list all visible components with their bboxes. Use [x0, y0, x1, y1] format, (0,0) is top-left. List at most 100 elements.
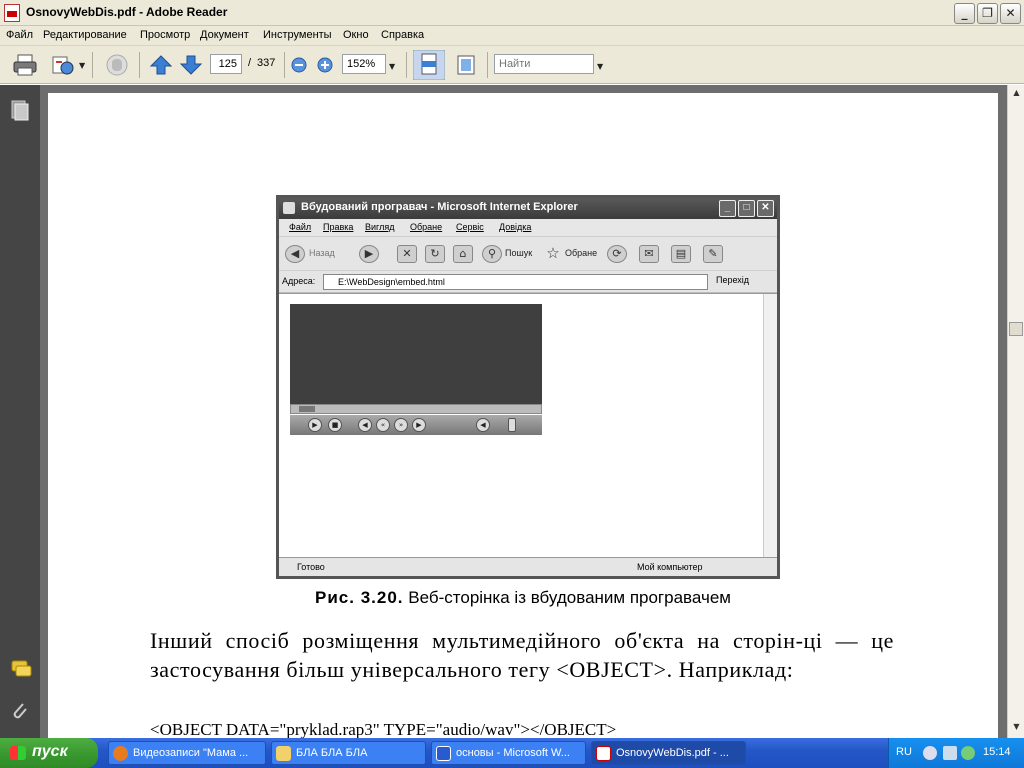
figure-status-right: Мой компьютер	[637, 562, 703, 572]
pages-icon[interactable]	[10, 99, 30, 121]
figure-mail-icon: ✉	[639, 245, 659, 263]
title-bar: OsnovyWebDis.pdf - Adobe Reader _ ❐ ✕	[0, 0, 1024, 26]
figure-refresh-icon: ↻	[425, 245, 445, 263]
windows-flag-icon	[10, 746, 26, 760]
menu-bar: Файл Редактирование Просмотр Документ Ин…	[0, 26, 1024, 46]
clock: 15:14	[983, 746, 1011, 758]
network-icon[interactable]	[943, 746, 957, 760]
figure-favorites-icon: ☆	[546, 244, 560, 262]
figure-print-icon: ▤	[671, 245, 691, 263]
figure-minimize-icon: _	[719, 200, 736, 217]
print-icon[interactable]	[12, 54, 38, 76]
tray-back-icon[interactable]	[923, 746, 937, 760]
code-sample: <OBJECT DATA="pryklad.rap3" TYPE="audio/…	[150, 720, 617, 738]
arrow-down-icon[interactable]	[180, 55, 202, 75]
share-icon[interactable]	[50, 54, 76, 76]
figure-prev-icon: ◀	[358, 418, 372, 432]
pdf-page: Вбудований програвач - Microsoft Interne…	[48, 93, 998, 738]
page-number-input[interactable]: 125	[210, 54, 242, 74]
figure-history-icon: ⟳	[607, 245, 627, 263]
menu-view[interactable]: Просмотр	[140, 29, 190, 41]
figure-next-icon: ▶	[412, 418, 426, 432]
toolbar-separator	[284, 52, 285, 78]
figure-play-icon: ▶	[308, 418, 322, 432]
figure-address-value: E:\WebDesign\embed.html	[323, 274, 708, 290]
page-separator: /	[248, 57, 252, 69]
figure-address-label: Адреса:	[282, 276, 316, 286]
share-dropdown-arrow[interactable]: ▼	[79, 61, 85, 70]
zoom-out-icon[interactable]	[291, 57, 307, 73]
toolbar-separator	[487, 52, 488, 78]
menu-tools[interactable]: Инструменты	[263, 29, 332, 41]
search-input[interactable]	[494, 54, 594, 74]
maximize-button[interactable]: ❐	[977, 3, 998, 24]
figure-address-bar: Адреса: E:\WebDesign\embed.html Перехід	[279, 271, 777, 293]
taskbar-item-word[interactable]: основы - Microsoft W...	[431, 741, 586, 765]
figure-menu-item: Файл	[289, 222, 312, 232]
figure-search-label: Пошук	[505, 248, 533, 258]
figure-scrollbar	[763, 294, 777, 558]
menu-document[interactable]: Документ	[200, 29, 249, 41]
close-button[interactable]: ✕	[1000, 3, 1021, 24]
figure-stop-icon: ■	[328, 418, 342, 432]
figure-page-content: ▶ ■ ◀ « » ▶ ◀	[279, 293, 777, 558]
start-button[interactable]: пуск	[0, 738, 98, 768]
vertical-scrollbar[interactable]: ▲ ▼	[1007, 85, 1024, 738]
pdf-app-icon	[4, 4, 20, 22]
toolbar-separator	[92, 52, 93, 78]
figure-volume-slider	[508, 418, 516, 432]
taskbar-item-firefox[interactable]: Видеозаписи "Мама ...	[108, 741, 266, 765]
zoom-in-icon[interactable]	[317, 57, 333, 73]
figure-status-bar: Готово Мой компьютер	[279, 557, 777, 576]
system-tray: RU 15:14	[888, 738, 1024, 768]
figure-rewind-icon: «	[376, 418, 390, 432]
minimize-button[interactable]: _	[954, 3, 975, 24]
attachment-icon[interactable]	[10, 701, 30, 723]
scroll-down-icon[interactable]: ▼	[1010, 722, 1023, 735]
figure-forward-icon: ▶	[359, 245, 379, 263]
taskbar-item-adobe-reader[interactable]: OsnovyWebDis.pdf - ...	[591, 741, 746, 765]
scrollbar-thumb[interactable]	[1009, 322, 1023, 336]
hand-icon[interactable]	[104, 53, 130, 77]
figure-search-icon: ⚲	[482, 245, 502, 263]
figure-seek-bar	[290, 404, 542, 414]
toolbar: ▼ 125 / 337 152% ▼ ▼	[0, 46, 1024, 84]
navigation-panel	[0, 85, 40, 738]
figure-menu-item: Правка	[323, 222, 354, 232]
figure-player-controls: ▶ ■ ◀ « » ▶ ◀	[290, 415, 542, 435]
figure-menu-item: Вигляд	[365, 222, 395, 232]
figure-status-left: Готово	[297, 562, 325, 572]
body-paragraph: Інший спосіб розміщення мультимедійного …	[150, 628, 894, 682]
taskbar-item-folder[interactable]: БЛА БЛА БЛА	[271, 741, 426, 765]
fit-page-icon[interactable]	[454, 53, 478, 77]
fit-width-icon[interactable]	[413, 50, 445, 80]
zoom-dropdown-arrow[interactable]: ▼	[389, 62, 395, 71]
menu-help[interactable]: Справка	[381, 29, 424, 41]
figure-stop-icon: ✕	[397, 245, 417, 263]
figure-maximize-icon: □	[738, 200, 755, 217]
page-total: 337	[257, 57, 276, 69]
document-viewport[interactable]: Вбудований програвач - Microsoft Interne…	[40, 85, 1007, 738]
figure-home-icon: ⌂	[453, 245, 473, 263]
arrow-up-icon[interactable]	[150, 55, 172, 75]
window-title: OsnovyWebDis.pdf - Adobe Reader	[26, 5, 228, 19]
figure-video-area	[290, 304, 542, 404]
menu-window[interactable]: Окно	[343, 29, 369, 41]
security-icon[interactable]	[961, 746, 975, 760]
figure-menu-item: Довідка	[499, 222, 532, 232]
menu-edit[interactable]: Редактирование	[43, 29, 127, 41]
caption-text: Веб-сторінка із вбудованим програвачем	[408, 588, 731, 607]
scroll-up-icon[interactable]: ▲	[1010, 88, 1023, 101]
figure-menu-item: Сервіс	[456, 222, 484, 232]
figure-caption: Рис. 3.20. Веб-сторінка із вбудованим пр…	[48, 588, 998, 608]
toolbar-separator	[139, 52, 140, 78]
figure-edit-icon: ✎	[703, 245, 723, 263]
menu-file[interactable]: Файл	[6, 29, 33, 41]
figure-forward-icon: »	[394, 418, 408, 432]
figure-back-label: Назад	[309, 248, 335, 258]
figure-screenshot: Вбудований програвач - Microsoft Interne…	[276, 195, 780, 579]
comments-icon[interactable]	[10, 659, 32, 679]
zoom-input[interactable]: 152%	[342, 54, 386, 74]
search-dropdown-arrow[interactable]: ▼	[597, 62, 603, 71]
language-indicator[interactable]: RU	[896, 746, 912, 758]
